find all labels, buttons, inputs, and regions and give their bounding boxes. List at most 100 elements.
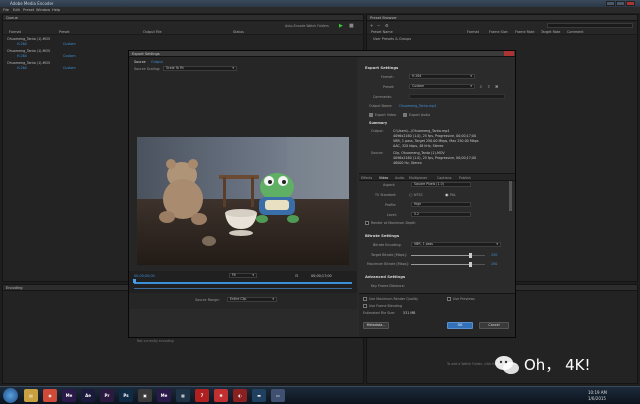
settings-scrollbar[interactable] bbox=[509, 181, 512, 211]
profile-select[interactable]: High bbox=[411, 202, 471, 207]
bitrate-encoding-select[interactable]: VBR, 1 pass ▾ bbox=[411, 242, 501, 247]
preset-select[interactable]: Custom ▾ bbox=[409, 84, 475, 89]
target-bitrate-thumb[interactable] bbox=[468, 253, 472, 258]
taskbar-app-14-icon[interactable]: ▭ bbox=[271, 389, 285, 402]
settings-icon[interactable]: ⚙ bbox=[385, 23, 389, 28]
taskbar-app-12-icon[interactable]: ◐ bbox=[233, 389, 247, 402]
add-preset-icon[interactable]: + bbox=[370, 23, 373, 28]
use-previews-checkbox[interactable] bbox=[447, 297, 451, 301]
col-output-file[interactable]: Output File bbox=[143, 30, 162, 34]
summary-header[interactable]: Summary bbox=[369, 121, 387, 125]
taskbar-media-encoder-2-icon[interactable]: Me bbox=[157, 389, 171, 402]
tab-effects[interactable]: Effects bbox=[361, 176, 372, 180]
stop-queue-icon[interactable]: ■ bbox=[349, 23, 354, 29]
queue-item-format[interactable]: H.264 bbox=[17, 54, 27, 58]
bitrate-settings-header[interactable]: Bitrate Settings bbox=[365, 233, 399, 238]
col-status[interactable]: Status bbox=[233, 30, 244, 34]
taskbar-app-7-icon[interactable]: ▣ bbox=[138, 389, 152, 402]
source-range-select[interactable]: Entire Clip ▾ bbox=[227, 297, 277, 302]
queue-item-preset[interactable]: Custom bbox=[63, 42, 76, 46]
queue-item[interactable]: Ohuomeng_Tanta (1)-MOV H.264 Custom bbox=[3, 36, 363, 48]
metadata-button[interactable]: Metadata... bbox=[363, 322, 389, 329]
timecode-in[interactable]: 00;00;00;00 bbox=[134, 274, 155, 278]
work-area-bar[interactable] bbox=[134, 288, 352, 289]
col-preset-name[interactable]: Preset Name bbox=[371, 30, 393, 34]
max-bitrate-slider[interactable] bbox=[411, 262, 485, 267]
preset-browser-tab[interactable]: Preset Browser bbox=[367, 15, 637, 21]
playhead-handle[interactable] bbox=[133, 279, 136, 283]
queue-item-preset[interactable]: Custom bbox=[63, 66, 76, 70]
comments-input[interactable] bbox=[409, 94, 505, 99]
export-video-checkbox[interactable] bbox=[369, 113, 373, 117]
taskbar-after-effects-icon[interactable]: Ae bbox=[81, 389, 95, 402]
col-preset[interactable]: Preset bbox=[59, 30, 70, 34]
level-select[interactable]: 5.2 bbox=[411, 212, 471, 217]
source-scaling-select[interactable]: Scale To Fit ▾ bbox=[163, 66, 237, 71]
tab-audio[interactable]: Audio bbox=[395, 176, 404, 180]
taskbar-app-11-icon[interactable]: ✱ bbox=[214, 389, 228, 402]
taskbar-app-10-icon[interactable]: 7 bbox=[195, 389, 209, 402]
user-presets-row[interactable]: User Presets & Groups bbox=[373, 37, 411, 41]
menu-file[interactable]: File bbox=[3, 8, 9, 12]
max-bitrate-value[interactable]: 250 bbox=[491, 262, 497, 266]
col-comment[interactable]: Comment bbox=[567, 30, 584, 34]
taskbar-photoshop-icon[interactable]: Ps bbox=[119, 389, 133, 402]
menu-edit[interactable]: Edit bbox=[13, 8, 20, 12]
render-max-depth-checkbox[interactable] bbox=[365, 221, 369, 225]
radio-ntsc[interactable]: ○ bbox=[409, 192, 413, 197]
frame-blending-checkbox[interactable] bbox=[363, 304, 367, 308]
ok-button[interactable]: OK bbox=[447, 322, 473, 329]
tab-multiplexer[interactable]: Multiplexer bbox=[409, 176, 427, 180]
taskbar-premiere-icon[interactable]: Pr bbox=[100, 389, 114, 402]
save-preset-icon[interactable]: ⇩ bbox=[479, 84, 482, 89]
cancel-button[interactable]: Cancel bbox=[479, 322, 509, 329]
radio-pal[interactable]: ◉ bbox=[445, 192, 449, 197]
aspect-select[interactable]: Square Pixels (1.0) bbox=[411, 182, 471, 187]
timeline-scrubber[interactable] bbox=[134, 282, 352, 284]
start-button[interactable] bbox=[3, 388, 18, 403]
col-format[interactable]: Format bbox=[467, 30, 479, 34]
aspect-toggle-icon[interactable]: ⊟ bbox=[295, 273, 298, 278]
menu-help[interactable]: Help bbox=[52, 8, 60, 12]
target-bitrate-value[interactable]: 250 bbox=[491, 253, 497, 257]
output-name-link[interactable]: Ohuomeng_Tanta.mp4 bbox=[399, 104, 436, 108]
tab-source[interactable]: Source bbox=[134, 60, 146, 64]
col-frame-rate[interactable]: Frame Rate bbox=[515, 30, 534, 34]
taskbar-app-9-icon[interactable]: ▦ bbox=[176, 389, 190, 402]
export-settings-header[interactable]: Export Settings bbox=[365, 65, 398, 70]
zoom-fit-select[interactable]: Fit ▾ bbox=[229, 273, 257, 278]
menu-window[interactable]: Window bbox=[36, 8, 50, 12]
close-button[interactable] bbox=[626, 1, 635, 6]
taskbar-explorer-icon[interactable]: ▤ bbox=[24, 389, 38, 402]
max-render-quality-checkbox[interactable] bbox=[363, 297, 367, 301]
taskbar-media-encoder-icon[interactable]: Me bbox=[62, 389, 76, 402]
taskbar-app-13-icon[interactable]: ▬ bbox=[252, 389, 266, 402]
dialog-close-button[interactable] bbox=[504, 51, 514, 56]
import-preset-icon[interactable]: ⇪ bbox=[487, 84, 490, 89]
menu-preset[interactable]: Preset bbox=[23, 8, 34, 12]
col-format[interactable]: Format bbox=[9, 30, 21, 34]
tab-captions[interactable]: Captions bbox=[437, 176, 451, 180]
tab-video[interactable]: Video bbox=[379, 176, 388, 180]
queue-item-format[interactable]: H.264 bbox=[17, 42, 27, 46]
clock-time[interactable]: 10:19 AM bbox=[588, 390, 607, 395]
start-queue-icon[interactable]: ▶ bbox=[339, 23, 343, 29]
col-frame-size[interactable]: Frame Size bbox=[489, 30, 508, 34]
export-audio-checkbox[interactable] bbox=[403, 113, 407, 117]
minimize-button[interactable] bbox=[606, 1, 615, 6]
queue-item-preset[interactable]: Custom bbox=[63, 54, 76, 58]
tab-output[interactable]: Output bbox=[151, 60, 163, 64]
target-bitrate-slider[interactable] bbox=[411, 253, 485, 258]
queue-item-format[interactable]: H.264 bbox=[17, 66, 27, 70]
queue-tab[interactable]: Queue bbox=[3, 15, 363, 21]
advanced-settings-header[interactable]: Advanced Settings bbox=[365, 274, 405, 279]
delete-preset-icon[interactable]: ✖ bbox=[495, 84, 498, 89]
max-bitrate-thumb[interactable] bbox=[468, 262, 472, 267]
clock-date[interactable]: 1/6/2015 bbox=[588, 396, 606, 401]
col-target-rate[interactable]: Target Rate bbox=[541, 30, 560, 34]
maximize-button[interactable] bbox=[616, 1, 625, 6]
tab-publish[interactable]: Publish bbox=[459, 176, 471, 180]
format-select[interactable]: H.264 ▾ bbox=[409, 74, 475, 79]
preset-search-input[interactable] bbox=[547, 23, 633, 28]
taskbar-chrome-icon[interactable]: ◉ bbox=[43, 389, 57, 402]
